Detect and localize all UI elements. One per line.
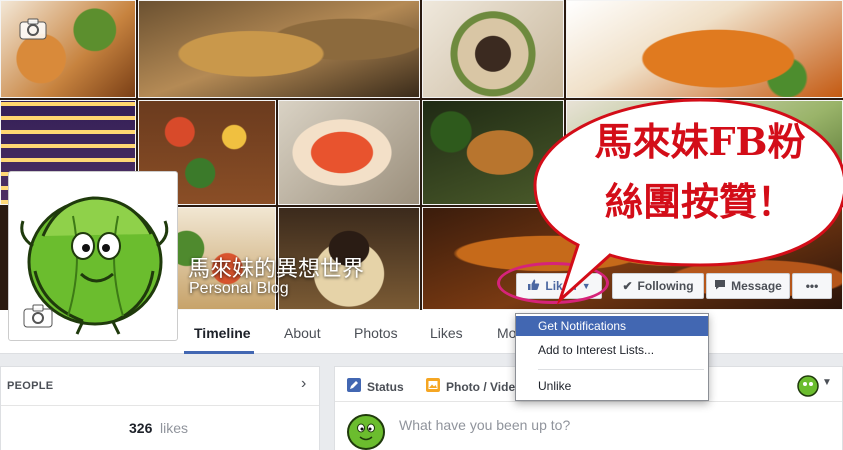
likes-count[interactable]: 326	[129, 420, 152, 436]
speech-icon	[714, 279, 726, 293]
tab-photos[interactable]: Photos	[354, 325, 398, 341]
more-icon: •••	[805, 279, 819, 293]
menu-divider	[538, 369, 704, 370]
pencil-icon	[347, 378, 361, 395]
page-category[interactable]: Personal Blog	[189, 280, 289, 298]
status-label: Status	[367, 379, 404, 394]
message-label: Message	[731, 279, 782, 293]
cover-tile-4	[566, 0, 843, 98]
profile-picture[interactable]	[8, 171, 178, 341]
people-card: PEOPLE › 326 likes	[0, 366, 320, 450]
tab-active-indicator	[184, 351, 254, 354]
more-options-button[interactable]: •••	[792, 273, 832, 299]
likes-label: likes	[160, 420, 189, 436]
cover-tile-2	[138, 0, 420, 98]
bubble-line-2: 絲團按贊！	[604, 179, 795, 224]
tab-likes[interactable]: Likes	[430, 325, 463, 341]
page-title[interactable]: 馬來妹的異想世界	[188, 251, 364, 283]
menu-item-get-notifications[interactable]: Get Notifications	[516, 316, 708, 336]
photo-video-label: Photo / Vide	[446, 379, 516, 394]
tab-about[interactable]: About	[284, 325, 321, 341]
following-button[interactable]: ✔ Following	[612, 273, 704, 299]
cover-tile-3	[422, 0, 564, 98]
composer-divider	[335, 401, 842, 402]
bubble-line-1: 馬來妹FB粉	[594, 119, 806, 164]
following-label: Following	[637, 279, 694, 293]
menu-item-add-to-interest-lists[interactable]: Add to Interest Lists...	[516, 340, 708, 360]
card-divider	[1, 405, 319, 406]
checkmark-icon: ✔	[622, 279, 633, 293]
photo-video-tab[interactable]: Photo / Vide	[426, 378, 515, 395]
camera-icon[interactable]	[19, 18, 47, 40]
tab-more[interactable]: Mo	[497, 325, 516, 341]
cover-tile-8	[422, 100, 564, 205]
highlight-ring	[497, 262, 609, 304]
camera-icon[interactable]	[23, 304, 53, 328]
people-header[interactable]: PEOPLE	[7, 380, 53, 392]
caret-down-icon[interactable]: ▼	[822, 377, 832, 388]
cabbage-avatar-icon	[347, 414, 385, 450]
message-button[interactable]: Message	[706, 273, 790, 299]
status-tab[interactable]: Status	[347, 378, 404, 395]
cover-tile-1	[0, 0, 136, 98]
chevron-right-icon[interactable]: ›	[301, 375, 306, 393]
bubble-text: 馬來妹FB粉 絲團按贊！	[580, 112, 820, 232]
photo-icon	[426, 378, 440, 395]
cover-tile-7	[278, 100, 420, 205]
page-avatar-icon[interactable]	[797, 375, 819, 397]
menu-item-unlike[interactable]: Unlike	[516, 376, 708, 396]
tab-timeline[interactable]: Timeline	[194, 325, 251, 341]
composer-input[interactable]: What have you been up to?	[399, 417, 570, 433]
liked-dropdown-menu: Get Notifications Add to Interest Lists.…	[515, 313, 709, 401]
